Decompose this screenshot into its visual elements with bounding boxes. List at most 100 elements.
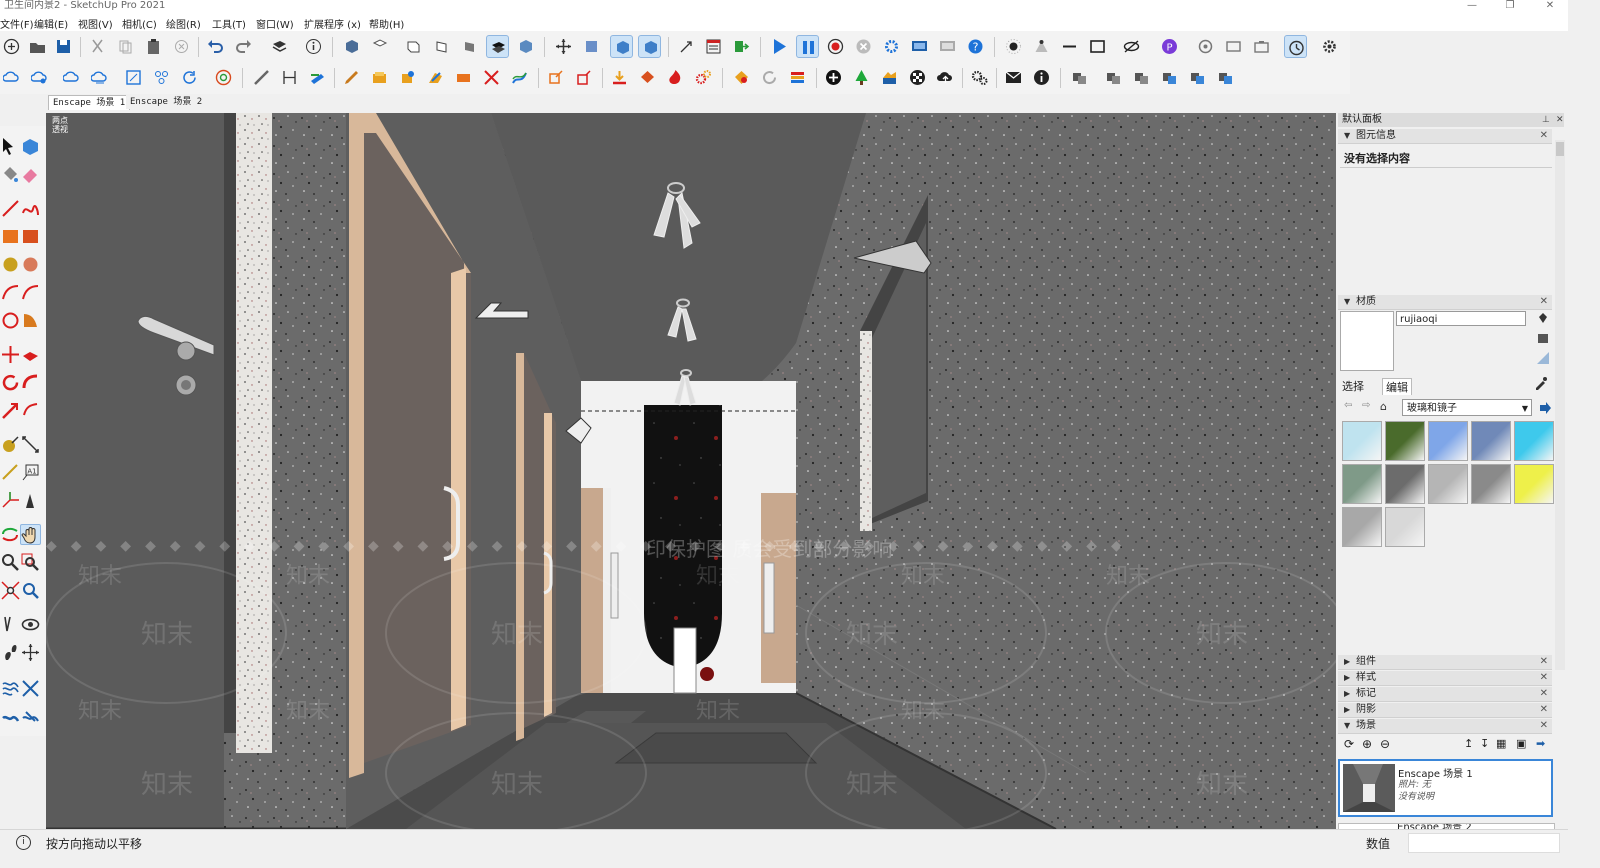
intersect-icon[interactable] — [480, 66, 503, 89]
model-info-button[interactable] — [302, 35, 325, 58]
tags-header[interactable]: ▶ 标记 ✕ — [1338, 687, 1552, 702]
material-swatch[interactable] — [1385, 464, 1425, 504]
plugin-layers-icon[interactable] — [786, 66, 809, 89]
restore-icon[interactable]: ❐ — [1500, 0, 1520, 11]
warehouse-icon[interactable] — [60, 66, 83, 89]
print-button[interactable] — [268, 35, 291, 58]
offset-tool-icon[interactable] — [20, 400, 41, 421]
tray-scrollbar[interactable] — [1555, 140, 1565, 670]
details-icon[interactable]: ➡ — [1536, 737, 1545, 750]
close-icon[interactable]: ✕ — [1540, 655, 1548, 669]
view-back-button[interactable] — [458, 35, 481, 58]
materials-header[interactable]: ▼ 材质 ✕ — [1338, 295, 1552, 310]
close-icon[interactable]: ✕ — [1540, 671, 1548, 685]
component-a-icon[interactable] — [1068, 66, 1091, 89]
rotate-icon[interactable] — [572, 66, 595, 89]
new-file-button[interactable] — [0, 35, 23, 58]
material-swatch[interactable] — [1385, 507, 1425, 547]
tab-enscape-scene-1[interactable]: Enscape 场景 1 — [48, 95, 131, 110]
scale-icon[interactable] — [544, 66, 567, 89]
extension-warehouse-icon[interactable] — [122, 66, 145, 89]
material-swatch[interactable] — [1342, 421, 1382, 461]
move-icon[interactable] — [0, 344, 21, 365]
plugin-camera-button[interactable] — [1250, 35, 1273, 58]
material-swatch[interactable] — [1471, 421, 1511, 461]
paste-button[interactable] — [142, 35, 165, 58]
protractor-icon[interactable] — [0, 462, 21, 483]
menu-help[interactable]: 帮助(H) — [369, 16, 404, 31]
shell-icon[interactable] — [452, 66, 475, 89]
style-shaded-button[interactable] — [514, 35, 537, 58]
section-plane-button[interactable] — [676, 35, 699, 58]
plugin-gear-button[interactable] — [1318, 35, 1341, 58]
view-options-icon[interactable]: ▦ — [1496, 737, 1506, 750]
sun-button[interactable] — [1002, 35, 1025, 58]
close-icon[interactable]: ✕ — [1540, 687, 1548, 701]
push-pull-tool-icon[interactable] — [20, 344, 41, 365]
menu-camera[interactable]: 相机(C) — [122, 16, 157, 31]
close-icon[interactable]: ✕ — [1540, 719, 1548, 733]
properties-icon[interactable]: ▣ — [1516, 737, 1526, 750]
plugin-fire-icon[interactable] — [664, 66, 687, 89]
details-arrow-icon[interactable] — [1538, 401, 1552, 415]
home-icon[interactable]: ⌂ — [1380, 400, 1387, 413]
sample-paint-icon[interactable] — [1536, 311, 1550, 325]
text-icon[interactable]: A1 — [20, 462, 41, 483]
measurements-input[interactable] — [1408, 833, 1560, 853]
cut-button[interactable] — [86, 35, 109, 58]
tab-material-select[interactable]: 选择 — [1342, 378, 1364, 394]
plugin-gears-icon[interactable] — [692, 66, 715, 89]
material-swatch[interactable] — [1514, 421, 1554, 461]
rotated-rectangle-icon[interactable] — [20, 226, 41, 247]
add-scene-icon[interactable]: ⊕ — [1362, 737, 1372, 751]
zoom-window-tool-icon[interactable] — [20, 552, 41, 573]
section-tool-icon[interactable] — [20, 642, 41, 663]
menu-window[interactable]: 窗口(W) — [256, 16, 294, 31]
select-tool-icon[interactable] — [0, 136, 21, 157]
move-up-icon[interactable]: ↥ — [1464, 737, 1473, 750]
rectangle-icon[interactable] — [0, 226, 21, 247]
material-name-input[interactable]: rujiaoqi — [1396, 311, 1526, 326]
mail-icon[interactable] — [1002, 66, 1025, 89]
enscape-batch-button[interactable] — [936, 35, 959, 58]
export-button[interactable] — [730, 35, 753, 58]
move-down-icon[interactable]: ↧ — [1480, 737, 1489, 750]
create-material-icon[interactable] — [1536, 331, 1550, 345]
walk-tool-icon[interactable] — [306, 66, 329, 89]
3d-text-icon[interactable] — [20, 490, 41, 511]
arc-icon[interactable] — [0, 282, 21, 303]
material-swatch[interactable] — [1514, 464, 1554, 504]
component-d-icon[interactable] — [1158, 66, 1181, 89]
default-material-icon[interactable] — [1536, 351, 1550, 365]
scenes-header[interactable]: ▼ 场景 ✕ — [1338, 719, 1552, 734]
tab-material-edit[interactable]: 编辑 — [1382, 378, 1412, 395]
sandbox-contours-icon[interactable] — [0, 678, 21, 699]
eyedropper-icon[interactable] — [1534, 376, 1548, 390]
close-icon[interactable]: ✕ — [1540, 0, 1560, 11]
back-arrow-icon[interactable]: ⇦ — [1344, 400, 1352, 411]
zoom-tool-icon[interactable] — [0, 552, 21, 573]
tray-close-icon[interactable]: ✕ — [1556, 113, 1564, 127]
light-button[interactable] — [1030, 35, 1053, 58]
menu-draw[interactable]: 绘图(R) — [166, 16, 201, 31]
arc-2pt-icon[interactable] — [20, 282, 41, 303]
sandbox-icon[interactable] — [508, 66, 531, 89]
update-scene-icon[interactable]: ⟳ — [1344, 737, 1354, 751]
dimension-icon[interactable] — [20, 434, 41, 455]
enscape-screenshot-button[interactable] — [908, 35, 931, 58]
paint-bucket-icon[interactable] — [0, 164, 21, 185]
checker-icon[interactable] — [906, 66, 929, 89]
eraser-icon[interactable] — [20, 164, 41, 185]
pin-icon[interactable]: ⊥ — [1542, 113, 1550, 127]
style-xray-button[interactable] — [486, 35, 509, 58]
pencil-tool-icon[interactable] — [340, 66, 363, 89]
close-icon[interactable]: ✕ — [1540, 129, 1548, 143]
extension-manager-icon[interactable] — [150, 66, 173, 89]
plugin-orange-icon[interactable] — [730, 66, 753, 89]
plugin-p-button[interactable]: P — [1158, 35, 1181, 58]
info-icon[interactable] — [1030, 66, 1053, 89]
component-e-icon[interactable] — [1186, 66, 1209, 89]
report-button[interactable] — [702, 35, 725, 58]
plugin-reload-icon[interactable] — [758, 66, 781, 89]
line-icon[interactable] — [0, 198, 21, 219]
